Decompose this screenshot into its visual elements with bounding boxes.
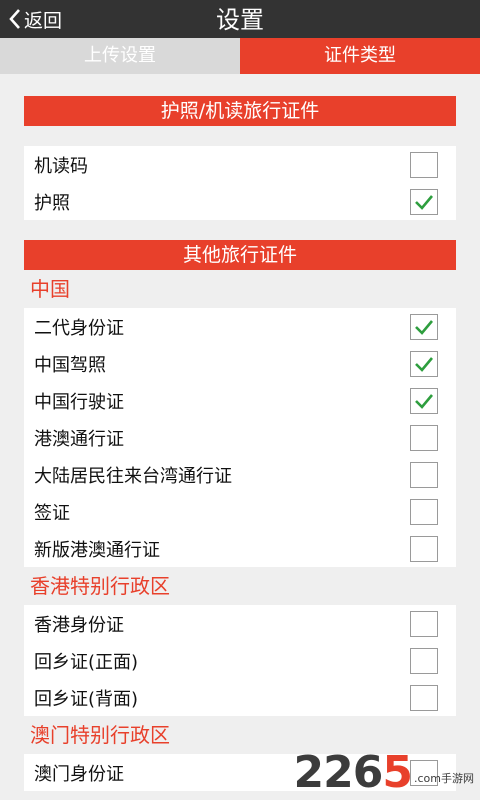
checkbox-unchecked[interactable] [410,461,438,488]
item-label: 大陆居民往来台湾通行证 [34,465,232,487]
checkbox-unchecked[interactable] [410,684,438,711]
section-header-passport: 护照/机读旅行证件 [24,96,456,126]
list-item[interactable]: 签证 [24,493,456,530]
list-item[interactable]: 中国驾照 [24,345,456,382]
item-label: 新版港澳通行证 [34,539,160,561]
tab-bar: 上传设置 证件类型 [0,38,480,74]
list-item[interactable]: 回乡证(背面) [24,679,456,716]
watermark-text: .com手游网 [414,772,474,785]
item-label: 机读码 [34,155,88,177]
checkbox-unchecked[interactable] [410,424,438,451]
watermark-digits: 226 [293,747,384,798]
watermark-logo: 226 5 .com手游网 [294,747,474,798]
list-item[interactable]: 回乡证(正面) [24,642,456,679]
item-label: 港澳通行证 [34,428,124,450]
region-list: 香港身份证回乡证(正面) 回乡证(背面) [24,605,456,716]
list-item[interactable]: 大陆居民往来台湾通行证 [24,456,456,493]
tab-upload-settings[interactable]: 上传设置 [0,38,240,74]
item-label: 中国驾照 [34,354,106,376]
list-item[interactable]: 二代身份证 [24,308,456,345]
item-label: 回乡证(正面) [34,651,139,673]
checkbox-unchecked[interactable] [410,647,438,674]
settings-content: 护照/机读旅行证件 机读码护照 其他旅行证件 中国二代身份证中国驾照中国行驶证港… [24,96,456,791]
checkbox-unchecked[interactable] [410,610,438,637]
checkbox-checked[interactable] [410,350,438,377]
list-item[interactable]: 港澳通行证 [24,419,456,456]
item-label: 香港身份证 [34,614,124,636]
item-label: 回乡证(背面) [34,688,139,710]
page-title: 设置 [216,6,264,34]
region-title: 香港特别行政区 [30,574,170,598]
list-item[interactable]: 中国行驶证 [24,382,456,419]
checkbox-unchecked[interactable] [410,535,438,562]
checkbox-checked[interactable] [410,387,438,414]
passport-list: 机读码 护照 [24,146,456,220]
check-icon [415,194,433,210]
list-item[interactable]: 机读码 [24,146,456,183]
item-label: 澳门身份证 [34,763,124,785]
list-item[interactable]: 新版港澳通行证 [24,530,456,567]
item-label: 护照 [34,192,70,214]
item-label: 二代身份证 [34,317,124,339]
checkbox-unchecked[interactable] [410,151,438,178]
regions-list: 中国二代身份证中国驾照中国行驶证港澳通行证大陆居民往来台湾通行证 签证新版港澳通行… [24,270,456,791]
check-icon [415,319,433,335]
tab-document-type[interactable]: 证件类型 [240,38,480,74]
checkbox-unchecked[interactable] [410,498,438,525]
section-header-other: 其他旅行证件 [24,240,456,270]
list-item[interactable]: 护照 [24,183,456,220]
region-title: 中国 [30,277,70,301]
title-bar: 返回 设置 [0,0,480,40]
list-item[interactable]: 香港身份证 [24,605,456,642]
item-label: 中国行驶证 [34,391,124,413]
checkbox-checked[interactable] [410,188,438,215]
checkbox-checked[interactable] [410,313,438,340]
check-icon [415,393,433,409]
check-icon [415,356,433,372]
region-list: 二代身份证中国驾照中国行驶证港澳通行证大陆居民往来台湾通行证 签证新版港澳通行证 [24,308,456,567]
watermark-digit-accent: 5 [382,747,413,798]
item-label: 签证 [34,502,70,524]
